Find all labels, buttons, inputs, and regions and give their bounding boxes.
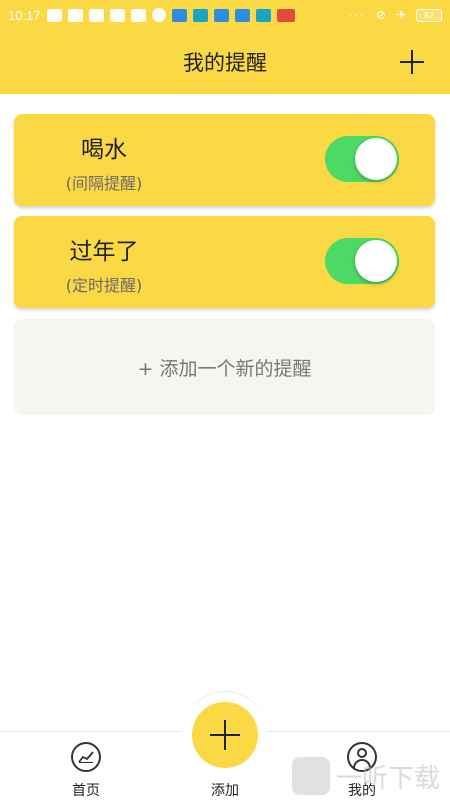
center-add-button[interactable] xyxy=(192,702,258,768)
calendar-icon xyxy=(130,8,146,22)
android-icon xyxy=(88,8,104,22)
reminder-name: 喝水 xyxy=(81,137,127,163)
status-time: 10:17 xyxy=(8,7,41,23)
plus-icon[interactable] xyxy=(400,50,424,74)
nav-home-label: 首页 xyxy=(72,783,100,799)
news-icon xyxy=(276,8,295,22)
check-icon xyxy=(151,8,166,22)
system-icons: ··· ⊘ ✈ 82 xyxy=(348,8,442,22)
toggle-knob xyxy=(355,240,397,282)
app-icon xyxy=(255,8,271,22)
reminder-name: 过年了 xyxy=(69,239,139,265)
chart-icon xyxy=(71,742,101,772)
reminder-toggle[interactable] xyxy=(325,136,399,182)
add-reminder-button[interactable]: + 添加一个新的提醒 xyxy=(14,319,435,415)
alarm-off-icon: ⊘ xyxy=(375,8,386,22)
android-icon xyxy=(109,8,125,22)
video-icon xyxy=(171,8,187,22)
toggle-knob xyxy=(355,138,397,180)
watermark: 一听下载 xyxy=(292,752,450,800)
android-icon xyxy=(67,8,83,22)
reminder-type: (间隔提醒) xyxy=(65,174,143,193)
watermark-logo-icon xyxy=(292,757,330,795)
app-icon xyxy=(192,8,208,22)
more-notifications-icon: ··· xyxy=(348,8,366,22)
battery-icon: 82 xyxy=(416,8,442,22)
video-icon xyxy=(213,8,229,22)
airplane-mode-icon: ✈ xyxy=(395,8,406,22)
nav-home[interactable]: 首页 xyxy=(41,742,131,800)
video-icon xyxy=(234,8,250,22)
reminder-card[interactable]: 喝水 (间隔提醒) xyxy=(14,114,435,206)
reminder-type: (定时提醒) xyxy=(65,276,143,295)
reminder-toggle[interactable] xyxy=(325,238,399,284)
watermark-text: 一听下载 xyxy=(336,763,441,794)
nav-add-label: 添加 xyxy=(211,783,239,799)
chart-line-icon xyxy=(78,751,94,763)
status-bar: 10:17 ··· ⊘ ✈ 82 xyxy=(0,0,450,30)
app-header: 我的提醒 xyxy=(0,30,450,94)
page-title: 我的提醒 xyxy=(183,51,267,75)
notification-icons xyxy=(46,8,295,22)
play-store-icon xyxy=(46,8,62,22)
reminder-card[interactable]: 过年了 (定时提醒) xyxy=(14,216,435,308)
